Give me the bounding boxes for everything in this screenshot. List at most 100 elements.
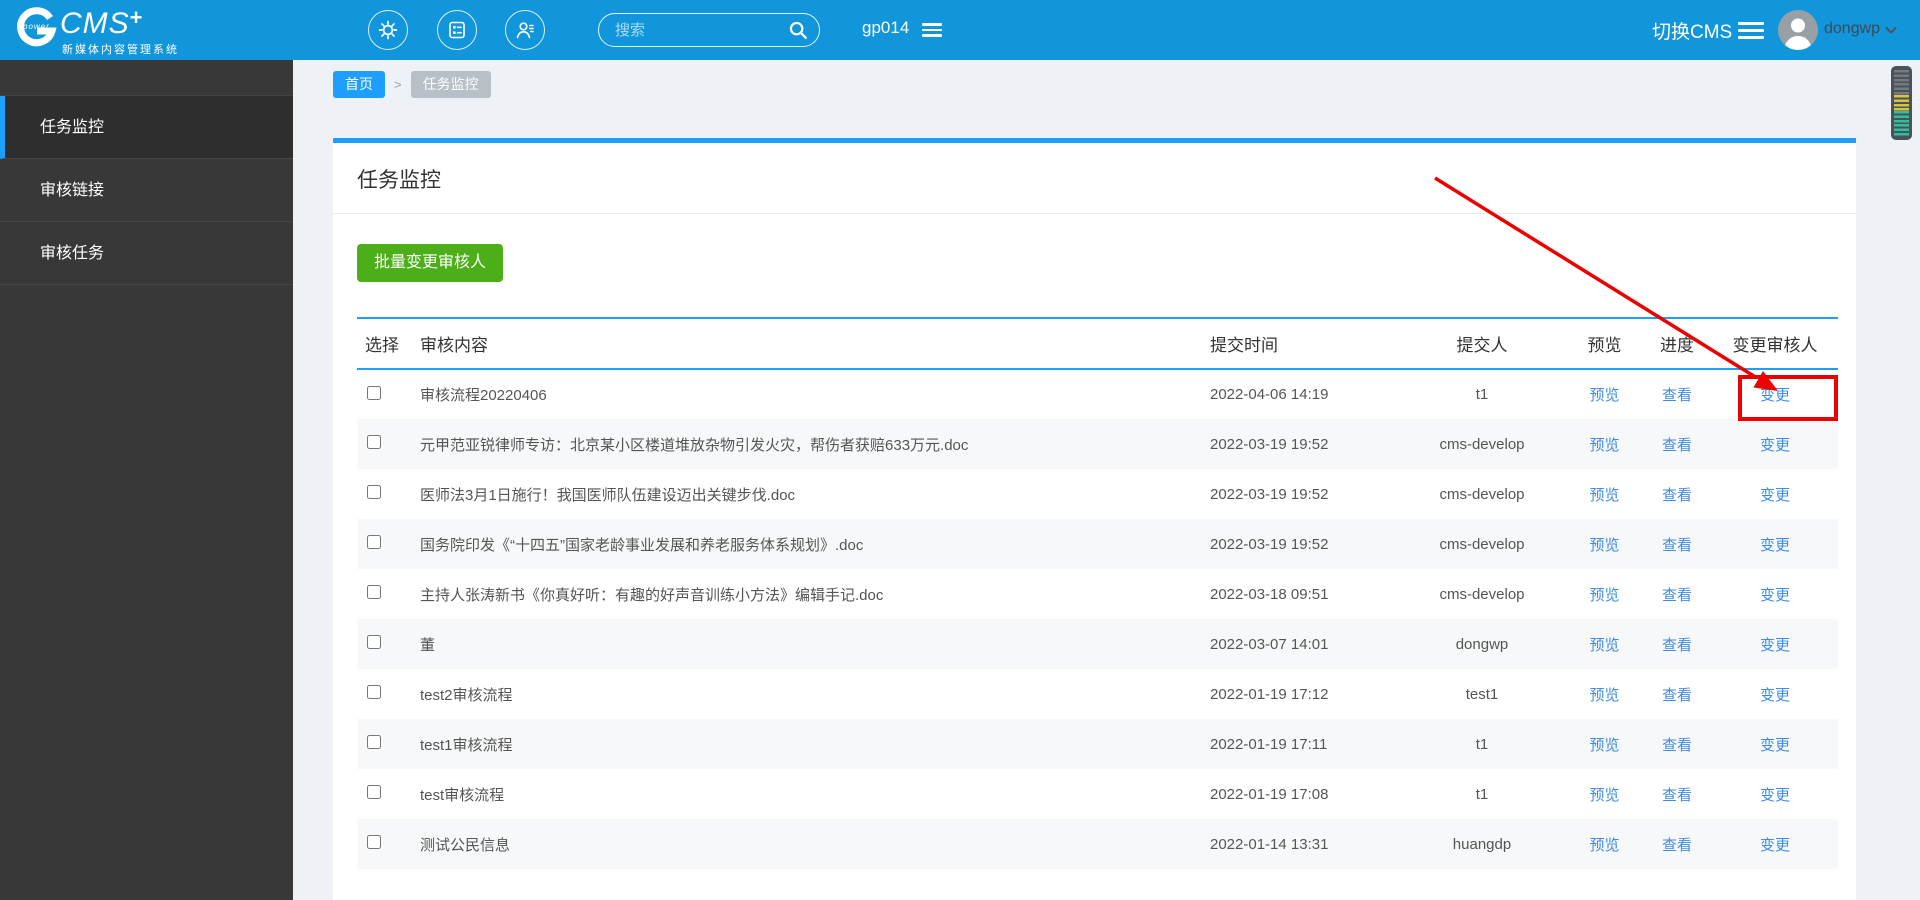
row-checkbox[interactable] xyxy=(367,485,381,499)
row-checkbox[interactable] xyxy=(367,435,381,449)
top-header-bar: power CMS+ 新媒体内容管理系统 搜索 gp014 切换CMS dong… xyxy=(0,0,1920,60)
sidebar-item-task-monitor[interactable]: 任务监控 xyxy=(0,96,293,159)
row-select-cell xyxy=(357,819,412,869)
row-checkbox[interactable] xyxy=(367,385,381,400)
row-content: test审核流程 xyxy=(420,786,505,804)
preview-link[interactable]: 预览 xyxy=(1589,587,1619,604)
view-link[interactable]: 查看 xyxy=(1662,637,1692,654)
row-view-cell: 查看 xyxy=(1642,519,1712,569)
row-checkbox[interactable] xyxy=(367,685,381,699)
row-checkbox[interactable] xyxy=(367,635,381,649)
table-row: 元甲范亚锐律师专访：北京某小区楼道堆放杂物引发火灾，帮伤者获赔633万元.doc… xyxy=(357,419,1838,469)
change-link[interactable]: 变更 xyxy=(1760,687,1790,704)
row-preview-cell: 预览 xyxy=(1567,569,1642,619)
sidebar-item-audit-tasks[interactable]: 审核任务 xyxy=(0,222,293,285)
row-submit-time: 2022-03-07 14:01 xyxy=(1210,635,1329,653)
sidebar-item-audit-links[interactable]: 审核链接 xyxy=(0,159,293,222)
table-row: 医师法3月1日施行！我国医师队伍建设迈出关键步伐.doc 2022-03-19 1… xyxy=(357,469,1838,519)
change-link[interactable]: 变更 xyxy=(1760,387,1790,404)
row-checkbox[interactable] xyxy=(367,535,381,549)
avatar[interactable] xyxy=(1778,10,1818,50)
avatar-person-icon xyxy=(1784,18,1812,50)
change-link[interactable]: 变更 xyxy=(1760,487,1790,504)
row-view-cell: 查看 xyxy=(1642,769,1712,819)
row-submitter: t1 xyxy=(1475,386,1489,403)
view-link[interactable]: 查看 xyxy=(1662,787,1692,804)
modules-icon[interactable] xyxy=(437,10,477,50)
user-admin-icon[interactable] xyxy=(505,10,545,50)
preview-link[interactable]: 预览 xyxy=(1589,537,1619,554)
username-label[interactable]: dongwp xyxy=(1824,20,1880,38)
row-content: 医师法3月1日施行！我国医师队伍建设迈出关键步伐.doc xyxy=(420,486,796,504)
col-change-reviewer: 变更审核人 xyxy=(1712,318,1838,370)
task-monitor-panel: 任务监控 批量变更审核人 选择 审核内容 提交时间 提交人 预览 进度 变更审核… xyxy=(333,138,1856,900)
row-submitter: cms-develop xyxy=(1439,585,1525,603)
table-header-row: 选择 审核内容 提交时间 提交人 预览 进度 变更审核人 xyxy=(357,318,1838,370)
row-preview-cell: 预览 xyxy=(1567,419,1642,469)
logo-subtitle: 新媒体内容管理系统 xyxy=(62,44,179,56)
scroll-minimap-widget[interactable] xyxy=(1891,66,1912,140)
row-submit-time: 2022-01-19 17:12 xyxy=(1210,685,1329,703)
workspace-menu-icon[interactable] xyxy=(922,23,942,37)
preview-link[interactable]: 预览 xyxy=(1589,787,1619,804)
row-submitter: t1 xyxy=(1475,785,1489,803)
sidebar-item-label: 任务监控 xyxy=(40,119,105,136)
change-link[interactable]: 变更 xyxy=(1760,437,1790,454)
view-link[interactable]: 查看 xyxy=(1662,487,1692,504)
change-link[interactable]: 变更 xyxy=(1760,837,1790,854)
view-link[interactable]: 查看 xyxy=(1662,537,1692,554)
row-content: test1审核流程 xyxy=(420,736,513,754)
view-link[interactable]: 查看 xyxy=(1662,737,1692,754)
row-select-cell xyxy=(357,569,412,619)
row-content: 测试公民信息 xyxy=(420,836,511,854)
row-view-cell: 查看 xyxy=(1642,819,1712,869)
view-link[interactable]: 查看 xyxy=(1662,387,1692,404)
row-view-cell: 查看 xyxy=(1642,619,1712,669)
row-view-cell: 查看 xyxy=(1642,669,1712,719)
view-link[interactable]: 查看 xyxy=(1662,687,1692,704)
preview-link[interactable]: 预览 xyxy=(1589,837,1619,854)
table-row: 董 2022-03-07 14:01 dongwp 预览 查看 变更 xyxy=(357,619,1838,669)
row-preview-cell: 预览 xyxy=(1567,719,1642,769)
view-link[interactable]: 查看 xyxy=(1662,437,1692,454)
change-link[interactable]: 变更 xyxy=(1760,737,1790,754)
preview-link[interactable]: 预览 xyxy=(1589,637,1619,654)
preview-link[interactable]: 预览 xyxy=(1589,437,1619,454)
breadcrumb-home[interactable]: 首页 xyxy=(333,71,385,98)
sidebar-item-label: 审核链接 xyxy=(40,182,105,199)
change-link[interactable]: 变更 xyxy=(1760,537,1790,554)
preview-link[interactable]: 预览 xyxy=(1589,387,1619,404)
preview-link[interactable]: 预览 xyxy=(1589,687,1619,704)
col-select: 选择 xyxy=(357,318,412,370)
row-checkbox[interactable] xyxy=(367,585,381,599)
workspace-name: gp014 xyxy=(862,18,910,37)
row-checkbox[interactable] xyxy=(367,735,381,749)
sidebar: 任务监控 审核链接 审核任务 xyxy=(0,60,293,900)
task-table: 选择 审核内容 提交时间 提交人 预览 进度 变更审核人 审核流程2022040… xyxy=(357,317,1838,869)
col-preview: 预览 xyxy=(1567,318,1642,370)
chevron-down-icon[interactable] xyxy=(1884,25,1898,35)
row-checkbox[interactable] xyxy=(367,785,381,799)
preview-link[interactable]: 预览 xyxy=(1589,737,1619,754)
switch-cms-button[interactable]: 切换CMS xyxy=(1652,17,1732,44)
cms-menu-icon[interactable] xyxy=(1738,22,1764,39)
change-link[interactable]: 变更 xyxy=(1760,587,1790,604)
batch-change-reviewer-button[interactable]: 批量变更审核人 xyxy=(357,244,504,282)
row-preview-cell: 预览 xyxy=(1567,369,1642,419)
search-input[interactable] xyxy=(615,21,787,39)
col-submit-time: 提交时间 xyxy=(1202,318,1397,370)
row-change-cell: 变更 xyxy=(1712,769,1838,819)
row-checkbox[interactable] xyxy=(367,835,381,849)
view-link[interactable]: 查看 xyxy=(1662,837,1692,854)
row-select-cell xyxy=(357,469,412,519)
breadcrumb-current[interactable]: 任务监控 xyxy=(410,71,491,98)
change-link[interactable]: 变更 xyxy=(1760,637,1790,654)
row-change-cell: 变更 xyxy=(1712,669,1838,719)
row-change-cell: 变更 xyxy=(1712,519,1838,569)
settings-icon[interactable] xyxy=(368,10,408,50)
row-content: 国务院印发《“十四五”国家老龄事业发展和养老服务体系规划》.doc xyxy=(420,536,864,554)
preview-link[interactable]: 预览 xyxy=(1589,487,1619,504)
search-icon[interactable] xyxy=(787,19,809,41)
change-link[interactable]: 变更 xyxy=(1760,787,1790,804)
view-link[interactable]: 查看 xyxy=(1662,587,1692,604)
